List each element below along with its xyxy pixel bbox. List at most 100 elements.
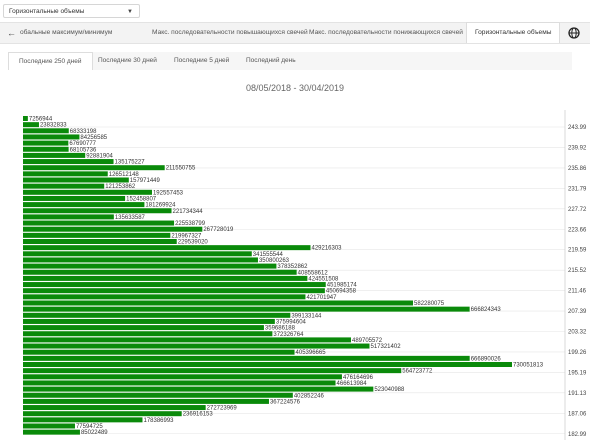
y-tick-label: 219.59 xyxy=(568,248,587,254)
volume-bar xyxy=(23,392,293,398)
horizontal-volume-chart: 7256944238328336833319884256585676907776… xyxy=(23,110,587,440)
volume-label: 92881904 xyxy=(86,153,113,159)
y-tick-label: 195.19 xyxy=(568,370,587,376)
volume-label: 405396665 xyxy=(296,350,327,356)
volume-label: 408558612 xyxy=(298,270,329,276)
volume-bar xyxy=(23,318,275,324)
indicator-tabs: ← обальные максимум/минимум Макс. послед… xyxy=(0,22,590,44)
volume-bar xyxy=(23,282,326,288)
volume-bar xyxy=(23,134,80,140)
period-tabs: Последние 250 дней Последние 30 дней Пос… xyxy=(8,52,572,70)
volume-bar xyxy=(23,152,86,158)
globe-icon[interactable] xyxy=(568,27,580,39)
tab-rising-candles-sequence[interactable]: Макс. последовательности повышающихся св… xyxy=(152,23,308,43)
volume-label: 225538799 xyxy=(175,221,206,227)
volume-bar xyxy=(23,159,114,165)
volume-label: 489705572 xyxy=(352,338,383,344)
volume-label: 267728019 xyxy=(203,227,234,233)
volume-bar xyxy=(23,325,264,331)
volume-bar xyxy=(23,429,80,435)
tab-global-max-min[interactable]: обальные максимум/минимум xyxy=(20,23,112,43)
volume-label: 730051813 xyxy=(513,363,544,369)
tab-last-5-days[interactable]: Последние 5 дней xyxy=(174,52,229,70)
volume-bar xyxy=(23,349,295,355)
volume-label: 399133144 xyxy=(291,313,322,319)
volume-bar xyxy=(23,263,277,269)
volume-label: 152458807 xyxy=(126,196,157,202)
tab-falling-candles-sequence[interactable]: Макс. последовательности понижающихся св… xyxy=(309,23,463,43)
volume-bar xyxy=(23,189,152,195)
volume-label: 229539020 xyxy=(178,240,209,246)
y-tick-label: 239.92 xyxy=(568,145,587,151)
tab-last-250-days[interactable]: Последние 250 дней xyxy=(8,52,93,70)
volume-label: 402852246 xyxy=(294,393,325,399)
volume-label: 192557453 xyxy=(153,190,184,196)
volume-label: 236916153 xyxy=(183,412,214,418)
indicator-select[interactable]: Горизонтальные объемы ▼ xyxy=(3,4,140,18)
tab-last-day[interactable]: Последний день xyxy=(246,52,296,70)
y-tick-label: 191.13 xyxy=(568,391,587,397)
volume-bar xyxy=(23,195,126,201)
volume-bar xyxy=(23,300,414,306)
volume-bar xyxy=(23,226,203,232)
volume-bar xyxy=(23,140,69,146)
volume-label: 135633587 xyxy=(115,215,146,221)
volume-bar xyxy=(23,386,374,392)
volume-label: 181269924 xyxy=(145,203,176,209)
volume-bar xyxy=(23,128,69,134)
chevron-down-icon: ▼ xyxy=(127,9,133,15)
y-tick-label: 199.26 xyxy=(568,350,587,356)
volume-label: 178386993 xyxy=(143,418,174,424)
volume-bar xyxy=(23,423,75,429)
volume-bar xyxy=(23,411,182,417)
y-tick-label: 235.86 xyxy=(568,166,587,172)
y-tick-label: 227.72 xyxy=(568,207,587,213)
volume-label: 378352862 xyxy=(277,264,308,270)
volume-bar xyxy=(23,214,114,220)
volume-label: 272723969 xyxy=(207,406,238,412)
tab-last-30-days[interactable]: Последние 30 дней xyxy=(98,52,157,70)
volume-label: 424551508 xyxy=(308,276,339,282)
volume-bar xyxy=(23,171,108,177)
y-tick-label: 231.79 xyxy=(568,186,587,192)
volume-bar xyxy=(23,362,512,367)
volume-label: 7256944 xyxy=(29,117,53,123)
y-tick-label: 211.46 xyxy=(568,289,587,295)
volume-label: 211550755 xyxy=(166,166,196,172)
y-tick-label: 182.99 xyxy=(568,432,587,438)
scroll-left-arrow-icon[interactable]: ← xyxy=(7,23,16,43)
volume-label: 157971449 xyxy=(130,178,161,184)
volume-label: 77594725 xyxy=(76,424,103,430)
volume-label: 135175227 xyxy=(115,160,146,166)
volume-bar xyxy=(23,398,269,404)
volume-label: 564723772 xyxy=(402,369,433,375)
volume-label: 523040988 xyxy=(374,387,405,393)
volume-label: 666824343 xyxy=(471,307,502,313)
volume-bar xyxy=(23,368,402,374)
volume-bar xyxy=(23,294,306,300)
volume-bar xyxy=(23,288,325,294)
volume-bar xyxy=(23,257,258,263)
volume-label: 23832833 xyxy=(40,123,67,129)
volume-bar xyxy=(23,275,308,281)
volume-label: 367224576 xyxy=(270,399,301,405)
volume-bar xyxy=(23,208,172,214)
volume-bar xyxy=(23,405,206,411)
volume-label: 121253862 xyxy=(105,184,136,190)
tab-horizontal-volumes[interactable]: Горизонтальные объемы xyxy=(466,22,561,43)
volume-label: 68105736 xyxy=(70,147,97,153)
volume-label: 582280075 xyxy=(414,301,445,307)
volume-label: 372326764 xyxy=(273,332,304,338)
y-tick-label: 203.32 xyxy=(568,330,587,336)
date-range: 08/05/2018 - 30/04/2019 xyxy=(245,83,345,93)
volume-bar xyxy=(23,374,342,380)
volume-bar xyxy=(23,220,175,226)
volume-bar xyxy=(23,251,252,257)
y-tick-label: 223.66 xyxy=(568,227,587,233)
volume-bar xyxy=(23,343,370,349)
volume-bar xyxy=(23,337,352,343)
volume-bar xyxy=(23,245,311,251)
y-tick-label: 215.52 xyxy=(568,268,587,274)
volume-bar xyxy=(23,116,28,121)
volume-label: 359686188 xyxy=(265,326,296,332)
